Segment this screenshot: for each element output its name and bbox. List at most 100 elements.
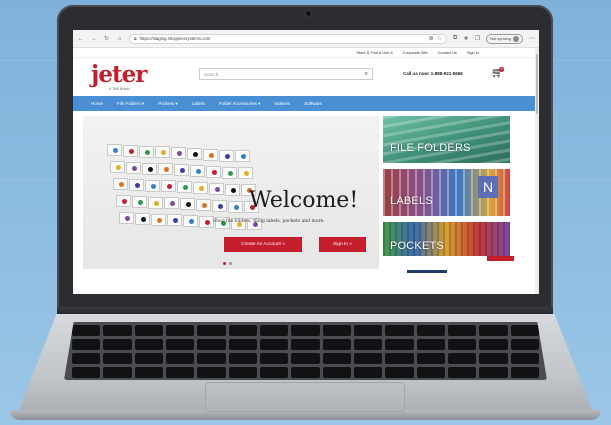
label-box (183, 215, 198, 228)
bookmark-star-icon[interactable]: ☆ (437, 35, 442, 42)
profile-button[interactable]: Not syncing (486, 33, 523, 44)
label-dot (244, 171, 249, 177)
menu-item-file-folders[interactable]: File Folders ▾ (117, 101, 144, 107)
jeter-logo[interactable]: jeter (91, 61, 147, 88)
address-bar[interactable]: 🔒︎ https://staging.shopjetersystems.com … (129, 33, 448, 44)
menu-item-folder-accessories[interactable]: Folder Accessories ▾ (219, 101, 261, 107)
label-dot (215, 186, 220, 192)
keyboard-key (322, 339, 351, 350)
label-dot (234, 204, 239, 210)
label-box (107, 144, 122, 156)
keyboard-key (479, 353, 508, 364)
label-tray-image (97, 134, 262, 244)
label-box (206, 165, 221, 178)
key-row (64, 367, 547, 378)
site-header: jeter A TAB Brand Search... ⌕ Call us no… (73, 58, 539, 96)
laptop-keyboard (64, 322, 547, 380)
hero-heading: Welcome! (249, 188, 359, 213)
keyboard-key (416, 353, 445, 364)
keyboard-key (416, 325, 445, 336)
menu-item-labels[interactable]: Labels (192, 101, 205, 106)
refresh-icon[interactable]: ↻ (103, 35, 110, 42)
tile-accent-navy (407, 270, 447, 273)
label-box (225, 183, 240, 196)
scrollbar-thumb[interactable] (536, 54, 538, 114)
keyboard-key (134, 367, 163, 378)
label-dot (202, 203, 207, 208)
keyboard-key (322, 325, 351, 336)
keyboard-key (479, 325, 508, 336)
label-dot (113, 148, 118, 153)
label-dot (231, 187, 236, 193)
label-box (190, 165, 205, 177)
label-dot (177, 151, 182, 157)
url-text: https://staging.shopjetersystems.com (139, 36, 211, 41)
keyboard-key (259, 367, 289, 378)
top-link-contact[interactable]: Contact Us (438, 50, 457, 55)
keyboard-key (510, 325, 539, 336)
label-box (155, 146, 170, 159)
keyboard-key (385, 339, 414, 350)
carousel-dot[interactable] (223, 262, 226, 265)
key-row (64, 325, 547, 336)
profile-label: Not syncing (490, 36, 511, 41)
menu-item-home[interactable]: Home (91, 101, 103, 106)
tile-pockets[interactable]: POCKETS (383, 222, 510, 256)
top-link-corporate[interactable]: Corporate Site (403, 50, 428, 55)
tile-label-pockets: POCKETS (390, 240, 444, 252)
keyboard-key (385, 325, 414, 336)
tile-file-folders[interactable]: FILE FOLDERS (383, 116, 510, 163)
tile-labels[interactable]: N LABELS (383, 169, 510, 216)
carousel-pager (223, 262, 232, 265)
keyboard-key (353, 325, 383, 336)
keyboard-key (103, 353, 132, 364)
menu-item-software[interactable]: Software (304, 101, 322, 106)
sign-in-button[interactable]: Sign In » (319, 237, 366, 252)
label-dot (157, 217, 162, 223)
label-box (123, 144, 138, 157)
zoom-icon[interactable]: ⊕ (429, 35, 434, 42)
collections-icon[interactable]: ❐ (475, 35, 480, 42)
chevron-down-icon: ▾ (258, 100, 261, 106)
label-box (135, 212, 150, 225)
keyboard-key (228, 353, 257, 364)
carousel-dot[interactable] (229, 262, 232, 265)
back-arrow-icon[interactable]: ← (77, 36, 84, 42)
label-box (193, 182, 208, 194)
keyboard-key (72, 367, 101, 378)
label-box (187, 148, 202, 160)
keyboard-key (447, 353, 477, 364)
label-dot (218, 203, 223, 209)
keyboard-key (197, 353, 226, 364)
label-dot (148, 166, 153, 172)
label-box (132, 195, 147, 208)
keyboard-key (510, 367, 539, 378)
keyboard-key (322, 353, 351, 364)
create-account-button[interactable]: Create An Account » (224, 237, 302, 252)
label-dot (135, 182, 140, 188)
top-link-signin[interactable]: Sign In (467, 50, 479, 55)
menu-item-pockets[interactable]: Pockets ▾ (158, 101, 178, 107)
forward-arrow-icon[interactable]: → (90, 36, 97, 42)
keyboard-key (322, 367, 351, 378)
label-dot (138, 199, 143, 205)
menu-item-indexes[interactable]: Indexes (274, 101, 290, 106)
keyboard-key (259, 325, 289, 336)
keyboard-key (197, 367, 226, 378)
favorites-icon[interactable]: ★ (463, 35, 468, 42)
label-box (171, 147, 186, 160)
search-input[interactable]: Search... ⌕ (199, 68, 373, 80)
home-icon[interactable]: ⌂ (116, 36, 123, 42)
keyboard-key (165, 339, 195, 350)
extensions-icon[interactable]: ⧉ (453, 35, 457, 42)
search-icon[interactable]: ⌕ (365, 71, 368, 78)
label-box (139, 145, 154, 158)
chevron-down-icon: ▾ (141, 100, 145, 106)
top-link-store[interactable]: Store & Find A Use It (356, 50, 392, 55)
more-menu-icon[interactable]: ⋯ (529, 35, 535, 42)
label-dot (228, 170, 233, 176)
keyboard-key (385, 353, 414, 364)
hero-banner: Welcome! Shop file folders, filing label… (83, 116, 379, 269)
label-box (113, 178, 128, 190)
label-box (203, 148, 218, 161)
